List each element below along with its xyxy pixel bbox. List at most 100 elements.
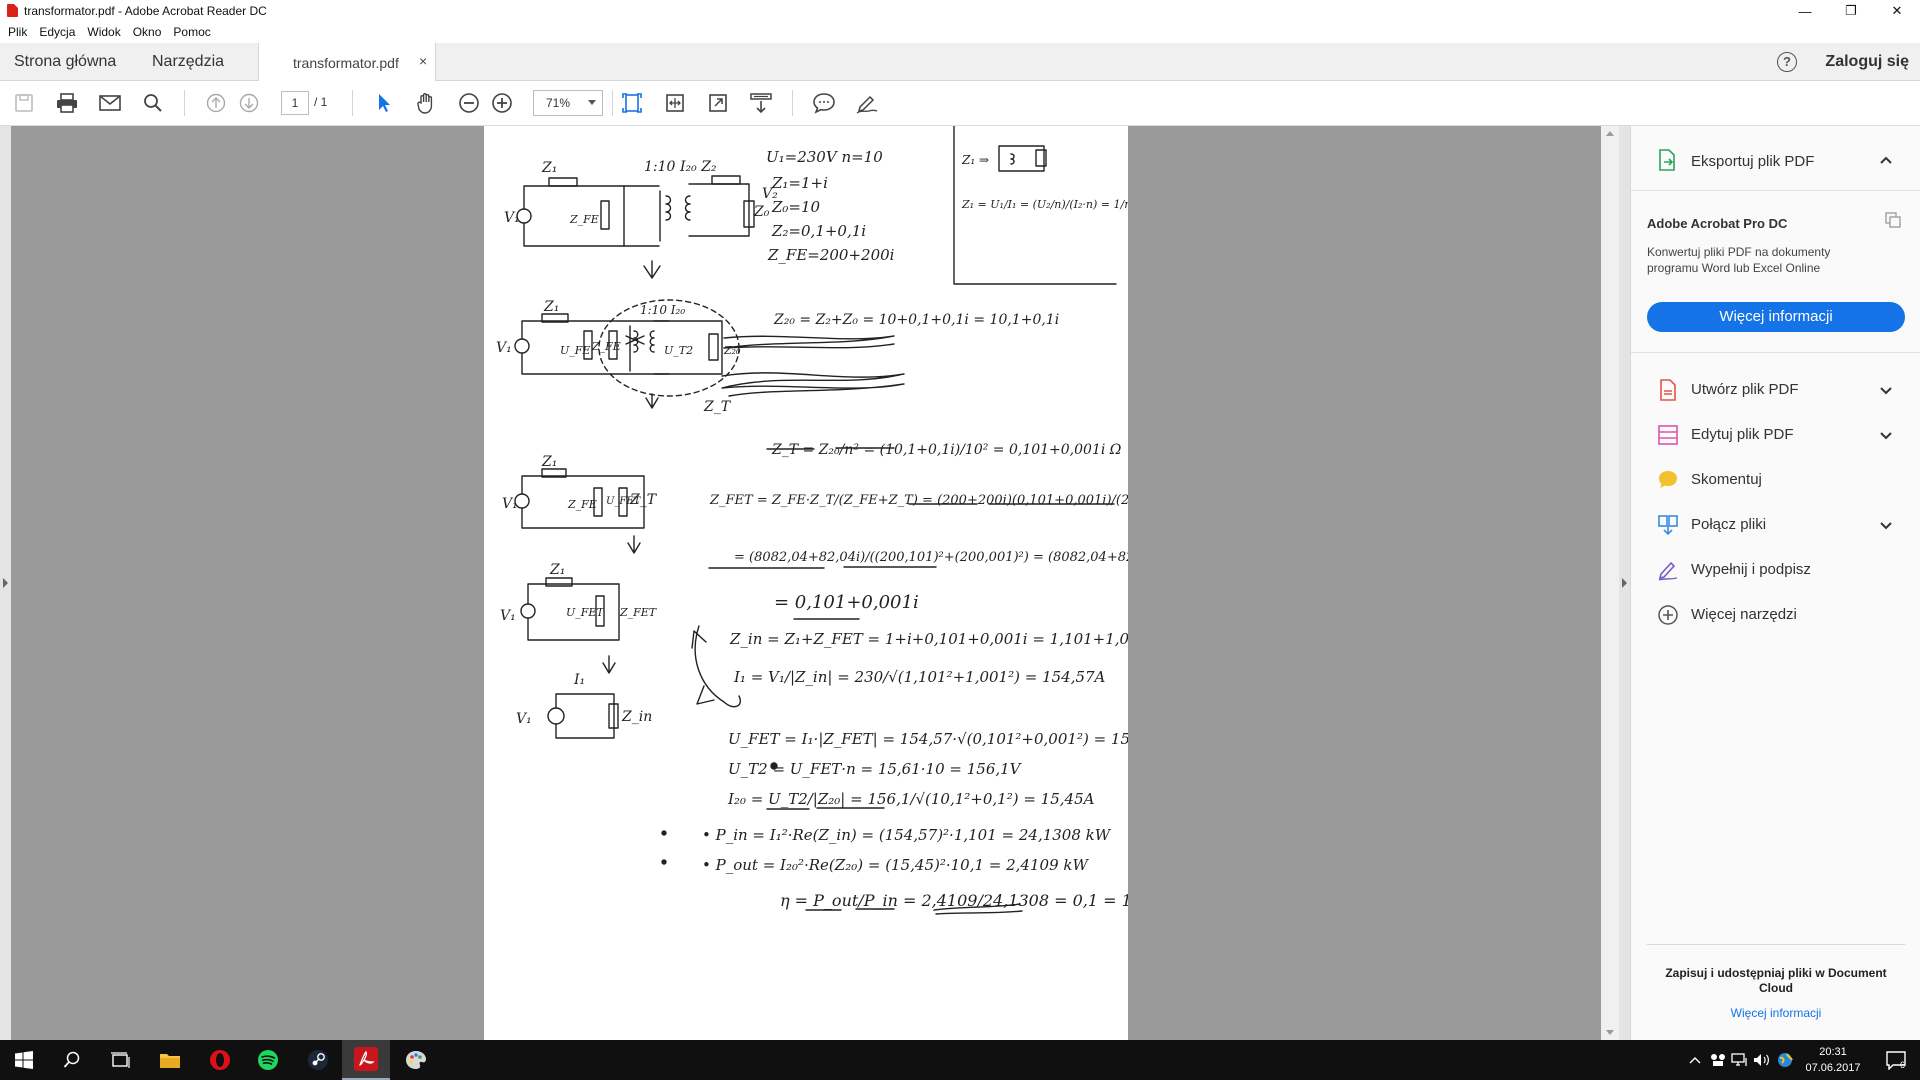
chevron-down-icon[interactable] xyxy=(1879,428,1893,446)
svg-text:Z_FE: Z_FE xyxy=(567,498,597,511)
scroll-up-icon[interactable] xyxy=(1606,131,1614,136)
task-view-icon[interactable] xyxy=(96,1040,144,1080)
menu-edycja[interactable]: Edycja xyxy=(33,22,81,42)
paint-icon[interactable] xyxy=(392,1040,440,1080)
pdf-page[interactable]: Z₁ V₁ Z_FE 1:10 I₂₀ Z₂ Z₀ V₂ Z₁ V₁ U_FE … xyxy=(484,126,1128,1040)
svg-text:Z_FET: Z_FET xyxy=(619,606,658,619)
document-viewer[interactable]: Z₁ V₁ Z_FE 1:10 I₂₀ Z₂ Z₀ V₂ Z₁ V₁ U_FE … xyxy=(0,126,1630,1040)
right-panel-toggle[interactable] xyxy=(1619,126,1630,1040)
language-globe-icon[interactable] xyxy=(1775,1040,1795,1080)
tool-combine-files[interactable]: Połącz pliki xyxy=(1631,506,1920,542)
windows-start-icon[interactable] xyxy=(0,1040,48,1080)
export-pdf-label: Eksportuj plik PDF xyxy=(1691,153,1815,170)
help-icon[interactable]: ? xyxy=(1777,52,1797,72)
tool-create-pdf[interactable]: Utwórz plik PDF xyxy=(1631,371,1920,407)
network-devices-icon[interactable] xyxy=(1708,1040,1728,1080)
search-icon[interactable] xyxy=(141,91,165,115)
network-icon[interactable] xyxy=(1730,1040,1750,1080)
page-number-input[interactable]: 1 xyxy=(281,91,309,115)
email-icon[interactable] xyxy=(98,91,122,115)
tab-tools[interactable]: Narzędzia xyxy=(152,53,224,71)
svg-text:I₂₀ Z₂: I₂₀ Z₂ xyxy=(679,159,717,175)
given-z2: Z₂=0,1+0,1i xyxy=(771,222,866,240)
full-screen-icon[interactable] xyxy=(706,91,730,115)
zoom-out-icon[interactable] xyxy=(457,91,481,115)
sign-icon[interactable] xyxy=(855,91,879,115)
scroll-down-icon[interactable] xyxy=(1606,1030,1614,1035)
combine-files-icon xyxy=(1657,514,1679,536)
given-zfe: Z_FE=200+200i xyxy=(767,246,895,264)
acrobat-icon[interactable] xyxy=(342,1040,390,1080)
windows-taskbar: 20:31 07.06.2017 6 xyxy=(0,1040,1920,1080)
calc-efficiency: η = P_out/P_in = 2,4109/24,1308 = 0,1 = … xyxy=(780,891,1128,910)
cloud-more-info-link[interactable]: Więcej informacji xyxy=(1647,1006,1905,1020)
given-z0: Z₀=10 xyxy=(771,198,821,216)
hand-icon[interactable] xyxy=(414,91,438,115)
tool-fill-sign[interactable]: Wypełnij i podpisz xyxy=(1631,551,1920,587)
chevron-up-icon[interactable] xyxy=(1879,152,1893,170)
select-cursor-icon[interactable] xyxy=(372,91,396,115)
file-explorer-icon[interactable] xyxy=(146,1040,194,1080)
tray-expand-icon[interactable] xyxy=(1686,1040,1704,1080)
copy-icon[interactable] xyxy=(1885,212,1901,233)
more-info-button[interactable]: Więcej informacji xyxy=(1647,302,1905,332)
tool-more-tools[interactable]: Więcej narzędzi xyxy=(1631,596,1920,632)
search-icon[interactable] xyxy=(48,1040,96,1080)
menu-pomoc[interactable]: Pomoc xyxy=(167,22,216,42)
zoom-select[interactable]: 71% xyxy=(533,90,603,116)
notification-count: 6 xyxy=(1900,1060,1906,1070)
scroll-mode-icon[interactable] xyxy=(749,91,773,115)
calc-z20: Z₂₀ = Z₂+Z₀ = 10+0,1+0,1i = 10,1+0,1i xyxy=(773,312,1059,328)
minimize-button[interactable]: — xyxy=(1782,0,1828,22)
fit-page-icon[interactable] xyxy=(620,91,644,115)
steam-icon[interactable] xyxy=(294,1040,342,1080)
system-clock[interactable]: 20:31 07.06.2017 xyxy=(1798,1044,1868,1076)
close-window-button[interactable]: ✕ xyxy=(1874,0,1920,22)
tool-comment[interactable]: Skomentuj xyxy=(1631,461,1920,497)
notification-center-icon[interactable]: 6 xyxy=(1876,1040,1916,1080)
zoom-in-icon[interactable] xyxy=(490,91,514,115)
more-tools-icon xyxy=(1657,604,1679,626)
pro-description: Konwertuj pliki PDF na dokumenty program… xyxy=(1647,245,1831,275)
print-icon[interactable] xyxy=(55,91,79,115)
svg-text:Z₁: Z₁ xyxy=(541,454,557,470)
tool-more-tools-label: Więcej narzędzi xyxy=(1691,606,1797,623)
fit-width-icon[interactable] xyxy=(663,91,687,115)
menu-widok[interactable]: Widok xyxy=(81,22,126,42)
page-up-icon[interactable] xyxy=(204,91,228,115)
pro-title: Adobe Acrobat Pro DC xyxy=(1647,216,1788,231)
svg-text:Z_T: Z_T xyxy=(629,492,658,508)
spotify-icon[interactable] xyxy=(244,1040,292,1080)
menu-okno[interactable]: Okno xyxy=(127,22,168,42)
chevron-down-icon[interactable] xyxy=(1879,383,1893,401)
left-panel-toggle[interactable] xyxy=(0,126,11,1040)
volume-icon[interactable] xyxy=(1752,1040,1772,1080)
page-down-icon[interactable] xyxy=(237,91,261,115)
window-title: transformator.pdf - Adobe Acrobat Reader… xyxy=(24,4,267,18)
calc-zfet: Z_FET = Z_FE·Z_T/(Z_FE+Z_T) = (200+200i)… xyxy=(709,493,1128,508)
title-bar: transformator.pdf - Adobe Acrobat Reader… xyxy=(0,0,1920,22)
svg-text:U_FET: U_FET xyxy=(566,606,605,619)
tool-edit-pdf[interactable]: Edytuj plik PDF xyxy=(1631,416,1920,452)
save-icon[interactable] xyxy=(12,91,36,115)
svg-text:Z_T: Z_T xyxy=(703,399,732,415)
svg-text:1:10 I₂₀: 1:10 I₂₀ xyxy=(640,303,685,317)
tool-create-pdf-label: Utwórz plik PDF xyxy=(1691,381,1799,398)
calc-pin: • P_in = I₁²·Re(Z_in) = (154,57)²·1,101 … xyxy=(702,826,1112,844)
vertical-scrollbar[interactable] xyxy=(1601,126,1619,1040)
tab-document[interactable]: transformator.pdf × xyxy=(258,43,436,81)
export-pdf-row[interactable]: Eksportuj plik PDF xyxy=(1631,126,1920,191)
tab-home[interactable]: Strona główna xyxy=(14,53,116,71)
zoom-value: 71% xyxy=(546,96,571,110)
svg-text:Z₁: Z₁ xyxy=(549,562,565,578)
comment-icon[interactable] xyxy=(812,91,836,115)
svg-text:1:10: 1:10 xyxy=(644,159,676,175)
given-z1: Z₁=1+i xyxy=(771,174,828,192)
close-tab-icon[interactable]: × xyxy=(419,53,427,69)
sign-in-link[interactable]: Zaloguj się xyxy=(1825,53,1909,71)
chevron-down-icon[interactable] xyxy=(1879,518,1893,536)
opera-icon[interactable] xyxy=(196,1040,244,1080)
calc-i1: I₁ = V₁/|Z_in| = 230/√(1,101²+1,001²) = … xyxy=(733,668,1106,686)
menu-plik[interactable]: Plik xyxy=(0,22,33,42)
restore-button[interactable]: ❐ xyxy=(1828,0,1874,22)
